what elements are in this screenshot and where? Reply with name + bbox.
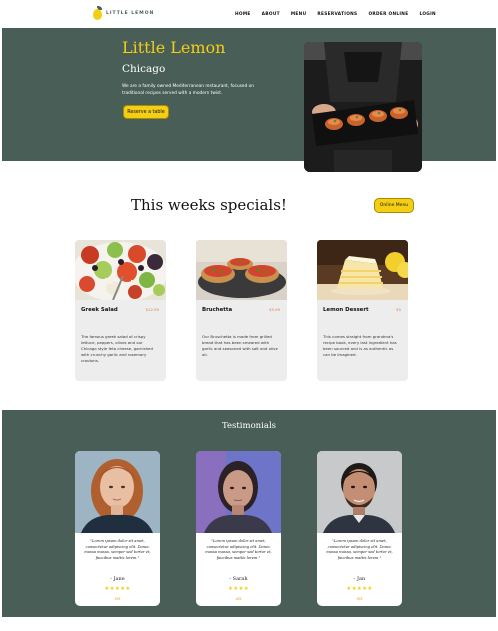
avatar: [75, 451, 160, 533]
hero-description: We are a family owned Mediterranean rest…: [122, 84, 255, 96]
card-description: The famous greek salad of crispy lettuce…: [81, 334, 153, 363]
card-title: Greek Salad: [81, 307, 118, 313]
special-card-greek-salad[interactable]: Greek Salad $12.99 The famous greek sala…: [75, 240, 166, 381]
specials-title: This weeks specials!: [131, 196, 287, 214]
hero-subtitle: Chicago: [122, 63, 166, 75]
special-card-bruchetta[interactable]: Bruchetta $5.99 Our Bruschetta is made f…: [196, 240, 287, 381]
testimonial-quote: "Lorem ipsum dolor sit amet, consectetur…: [205, 539, 272, 560]
site-logo[interactable]: LITTLE LEMON: [93, 6, 154, 20]
card-title: Bruchetta: [202, 307, 233, 313]
rating-text: 5/5: [114, 596, 121, 601]
nav-link-menu[interactable]: MENU: [291, 12, 307, 17]
testimonial-card-jane: "Lorem ipsum dolor sit amet, consectetur…: [75, 451, 160, 606]
card-price: $12.99: [145, 307, 159, 312]
online-menu-button[interactable]: Online Menu: [374, 198, 414, 213]
top-nav: LITTLE LEMON HOME ABOUT MENU RESERVATION…: [0, 0, 498, 28]
avatar: [196, 451, 281, 533]
hero-image: [304, 42, 422, 172]
special-card-lemon-dessert[interactable]: Lemon Dessert $5 This comes straight fro…: [317, 240, 408, 381]
testimonial-card-jan: "Lorem ipsum dolor sit amet, consectetur…: [317, 451, 402, 606]
card-price: $5.99: [269, 307, 280, 312]
testimonial-quote: "Lorem ipsum dolor sit amet, consectetur…: [326, 539, 393, 560]
rating-text: 4/5: [235, 596, 242, 601]
card-title: Lemon Dessert: [323, 307, 369, 313]
greek-salad-image: [75, 240, 166, 300]
testimonial-author: - Jane: [110, 576, 125, 582]
card-description: This comes straight from grandma's recip…: [323, 334, 397, 357]
testimonial-author: - Sarah: [229, 576, 248, 582]
lemon-dessert-image: [317, 240, 408, 300]
logo-text: LITTLE LEMON: [106, 10, 155, 16]
star-rating-icon: ★★★★: [228, 586, 249, 592]
card-description: Our Bruschetta is made from grilled brea…: [202, 334, 278, 357]
avatar: [317, 451, 402, 533]
testimonial-card-sarah: "Lorem ipsum dolor sit amet, consectetur…: [196, 451, 281, 606]
card-price: $5: [396, 307, 401, 312]
nav-link-login[interactable]: LOGIN: [419, 12, 435, 17]
testimonials-title: Testimonials: [221, 421, 277, 431]
testimonial-quote: "Lorem ipsum dolor sit amet, consectetur…: [84, 539, 151, 560]
nav-link-home[interactable]: HOME: [235, 12, 251, 17]
reserve-table-button[interactable]: Reserve a table: [123, 105, 169, 119]
bruchetta-image: [196, 240, 287, 300]
rating-text: 5/5: [356, 596, 363, 601]
nav-link-order-online[interactable]: ORDER ONLINE: [368, 12, 408, 17]
hero-title: Little Lemon: [122, 38, 226, 57]
nav-links: HOME ABOUT MENU RESERVATIONS ORDER ONLIN…: [235, 12, 436, 17]
nav-link-about[interactable]: ABOUT: [262, 12, 280, 17]
nav-link-reservations[interactable]: RESERVATIONS: [317, 12, 357, 17]
testimonial-author: - Jan: [353, 576, 366, 582]
star-rating-icon: ★★★★★: [104, 586, 131, 592]
lemon-icon: [93, 6, 102, 20]
star-rating-icon: ★★★★★: [346, 586, 373, 592]
